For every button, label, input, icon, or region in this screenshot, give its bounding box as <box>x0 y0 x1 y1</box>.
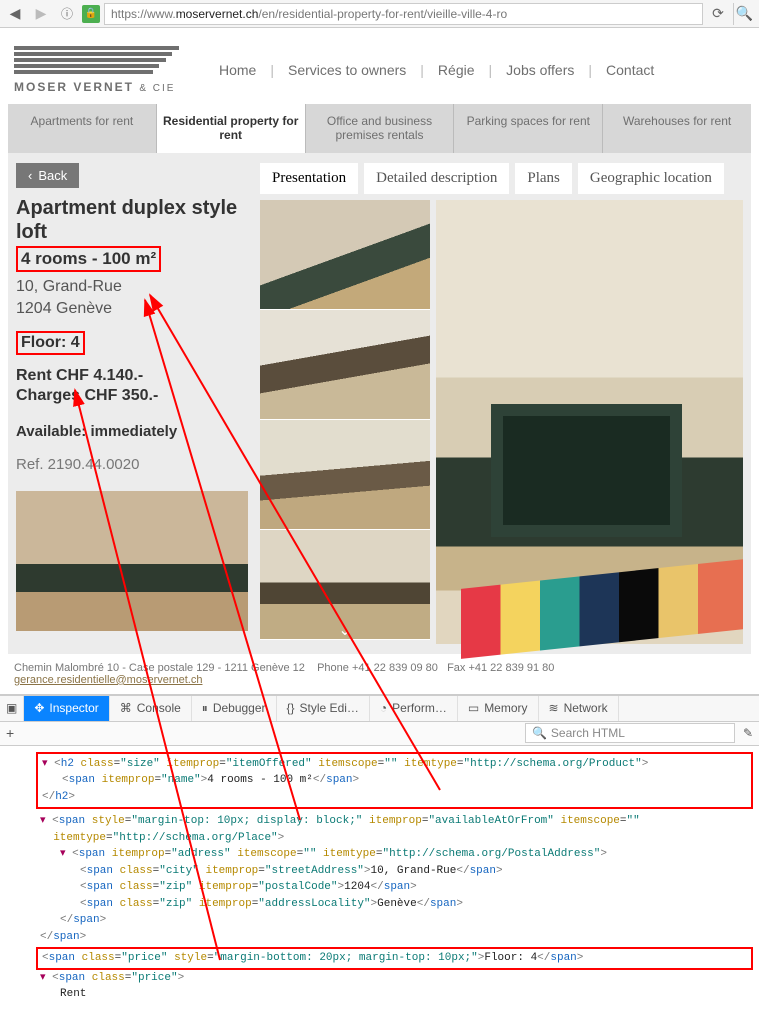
site-header: MOSER VERNET & CIE Home| Services to own… <box>0 28 759 104</box>
back-label: Back <box>38 168 67 183</box>
listing-street: 10, Grand-Rue <box>16 276 248 298</box>
listing-ref: Ref. 2190.44.0020 <box>16 456 248 473</box>
devtools-toolbar: + 🔍 Search HTML ✎ <box>0 722 759 746</box>
nav-jobs[interactable]: Jobs offers <box>506 62 574 78</box>
url-path: /en/residential-property-for-rent/vieill… <box>258 7 507 21</box>
gallery: ⌄ <box>260 200 743 644</box>
reload-icon[interactable]: ⟳ <box>707 3 729 25</box>
thumbnail-strip: ⌄ <box>260 200 430 644</box>
tab-plans[interactable]: Plans <box>515 163 572 194</box>
devtools-search[interactable]: 🔍 Search HTML <box>525 723 735 743</box>
listing-photo-main[interactable] <box>16 491 248 631</box>
fireplace-graphic <box>491 404 681 537</box>
devtools-tab-memory[interactable]: ▭ Memory <box>458 696 539 721</box>
edit-icon[interactable]: ✎ <box>743 726 753 740</box>
info-icon[interactable]: ⓘ <box>56 3 78 25</box>
network-icon: ≋ <box>549 701 559 715</box>
devtools-tab-network[interactable]: ≋ Network <box>539 696 619 721</box>
footer-fax: Fax +41 22 839 91 80 <box>447 662 554 674</box>
listing-sidebar: ‹ Back Apartment duplex style loft 4 roo… <box>16 163 248 644</box>
thumbnail[interactable] <box>260 310 430 420</box>
listing-title: Apartment duplex style loft <box>16 196 248 244</box>
tab-parking[interactable]: Parking spaces for rent <box>454 104 603 153</box>
lock-icon: 🔒 <box>82 5 100 23</box>
devtools-tab-console[interactable]: ⌘ Console <box>110 696 192 721</box>
search-icon: 🔍 <box>532 726 547 740</box>
devtools-tab-performance[interactable]: ◔ Perform… <box>370 696 458 721</box>
listing-main: Presentation Detailed description Plans … <box>260 163 743 644</box>
devtools-tab-debugger[interactable]: ⏸ Debugger <box>192 696 277 721</box>
devtools: ▣ ✥ Inspector ⌘ Console ⏸ Debugger {} St… <box>0 694 759 1013</box>
devtools-dom-tree[interactable]: ▾ <h2 class="size" itemprop="itemOffered… <box>0 746 759 1013</box>
url-prefix: https://www. <box>111 7 176 21</box>
search-icon[interactable]: 🔍 <box>733 3 755 25</box>
tab-presentation[interactable]: Presentation <box>260 163 358 194</box>
chevron-left-icon: ‹ <box>28 168 32 183</box>
add-icon[interactable]: + <box>6 725 14 741</box>
gallery-main-image[interactable] <box>436 200 743 644</box>
nav-services[interactable]: Services to owners <box>288 62 406 78</box>
listing-rent: Rent CHF 4.140.- <box>16 367 248 385</box>
thumbnail[interactable] <box>260 420 430 530</box>
search-placeholder: Search HTML <box>551 726 625 740</box>
tab-residential[interactable]: Residential property for rent <box>157 104 306 153</box>
footer: Chemin Malombré 10 - Case postale 129 - … <box>0 654 759 694</box>
tab-office[interactable]: Office and business premises rentals <box>306 104 455 153</box>
tab-apartments[interactable]: Apartments for rent <box>8 104 157 153</box>
url-bar[interactable]: https://www.moservernet.ch/en/residentia… <box>104 3 703 25</box>
console-icon: ⌘ <box>120 701 132 715</box>
tab-warehouses[interactable]: Warehouses for rent <box>603 104 751 153</box>
back-button[interactable]: ‹ Back <box>16 163 79 188</box>
tab-detailed[interactable]: Detailed description <box>364 163 509 194</box>
performance-icon: ◔ <box>380 701 387 715</box>
footer-address: Chemin Malombré 10 - Case postale 129 - … <box>14 662 305 674</box>
devtools-tabs: ▣ ✥ Inspector ⌘ Console ⏸ Debugger {} St… <box>0 696 759 722</box>
footer-phone: Phone +41 22 839 09 80 <box>317 662 438 674</box>
rug-graphic <box>461 559 743 659</box>
logo[interactable]: MOSER VERNET & CIE <box>14 46 179 94</box>
thumbnail[interactable] <box>260 200 430 310</box>
devtools-tab-inspector[interactable]: ✥ Inspector <box>24 696 109 721</box>
listing-charges: Charges CHF 350.- <box>16 387 248 405</box>
url-host: moservernet.ch <box>176 7 259 21</box>
inspector-icon: ✥ <box>34 701 44 715</box>
devtools-close-icon[interactable]: ▣ <box>0 696 24 721</box>
logo-graphic <box>14 46 179 74</box>
chevron-down-icon[interactable]: ⌄ <box>338 620 351 640</box>
footer-email[interactable]: gerance.residentielle@moservernet.ch <box>14 674 202 686</box>
logo-text: MOSER VERNET & CIE <box>14 80 179 94</box>
listing-available: Available: immediately <box>16 423 248 440</box>
style-icon: {} <box>287 701 295 715</box>
listing-size: 4 rooms - 100 m² <box>16 246 161 272</box>
listing-content: ‹ Back Apartment duplex style loft 4 roo… <box>8 153 751 654</box>
debugger-icon: ⏸ <box>202 701 208 716</box>
devtools-tab-style[interactable]: {} Style Edi… <box>277 696 370 721</box>
detail-tabs: Presentation Detailed description Plans … <box>260 163 743 194</box>
main-nav: Home| Services to owners| Régie| Jobs of… <box>219 62 654 78</box>
forward-nav-icon[interactable]: ▶ <box>30 3 52 25</box>
category-tabs: Apartments for rent Residential property… <box>8 104 751 153</box>
browser-chrome: ◀ ▶ ⓘ 🔒 https://www.moservernet.ch/en/re… <box>0 0 759 28</box>
tab-geo[interactable]: Geographic location <box>578 163 724 194</box>
nav-home[interactable]: Home <box>219 62 256 78</box>
listing-zip-city: 1204 Genève <box>16 298 248 320</box>
memory-icon: ▭ <box>468 701 479 715</box>
listing-floor: Floor: 4 <box>16 331 85 355</box>
nav-contact[interactable]: Contact <box>606 62 654 78</box>
nav-regie[interactable]: Régie <box>438 62 475 78</box>
back-nav-icon[interactable]: ◀ <box>4 3 26 25</box>
